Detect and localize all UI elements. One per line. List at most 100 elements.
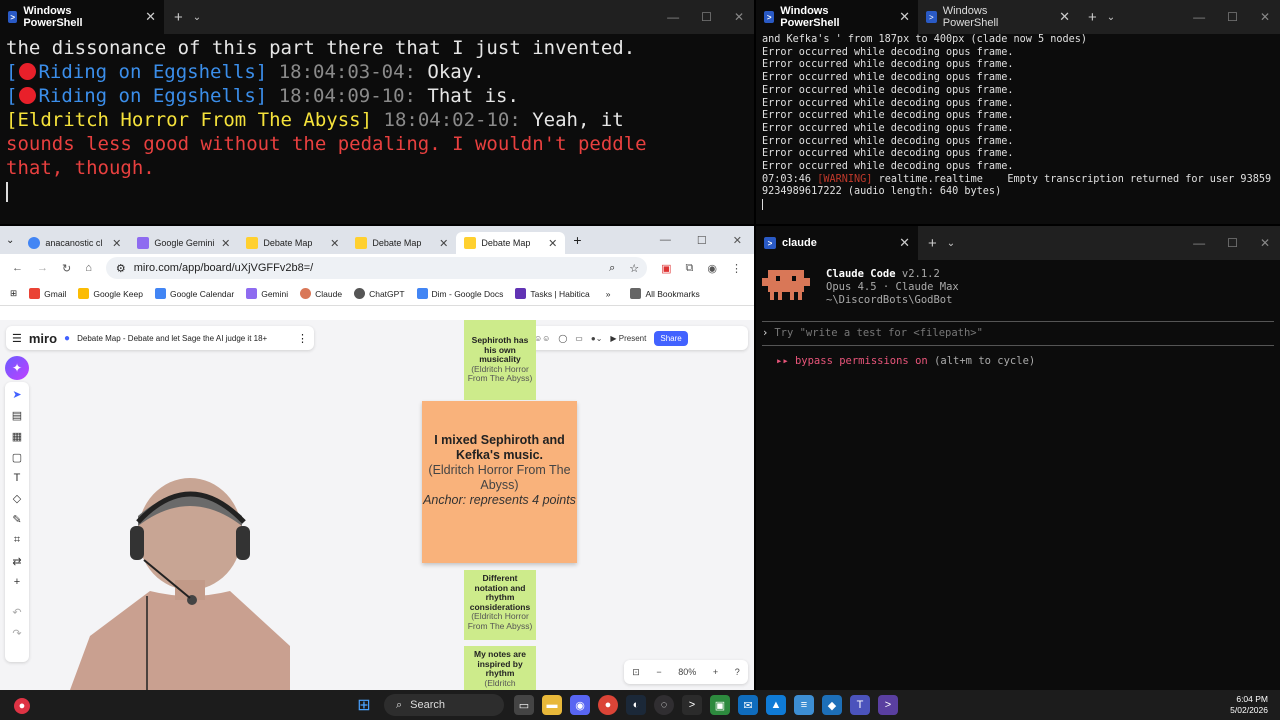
maximize-button[interactable]: ☐ [701,10,712,24]
close-icon[interactable]: ✕ [881,9,910,25]
ai-sparkle-icon[interactable]: ✦ [5,356,29,380]
reactions-icon[interactable]: ☺☺ [534,334,550,343]
template-tool-icon[interactable]: ▤ [12,409,22,422]
outlook-icon[interactable]: ✉ [738,695,758,715]
frame-tool-icon[interactable]: ▦ [12,430,22,443]
share-button[interactable]: Share [654,330,688,346]
chevron-down-icon[interactable]: ⌄ [193,12,201,23]
bookmark-habitica[interactable]: Tasks | Habitica [515,288,590,299]
chrome-icon[interactable]: ● [598,695,618,715]
claude-output[interactable]: Claude Code v2.1.2 Opus 4.5 · Claude Max… [756,260,1280,690]
present-button[interactable]: ▶ Present [610,334,646,343]
browser-tab-active[interactable]: Debate Map ✕ [456,232,566,254]
maximize-button[interactable]: ☐ [697,234,707,247]
obs-icon[interactable]: ◌ [654,695,674,715]
bookmark-keep[interactable]: Google Keep [78,288,143,299]
tab-search-icon[interactable]: ⌄ [6,235,14,246]
teams-icon[interactable]: T [850,695,870,715]
more-bookmarks-icon[interactable]: » [606,289,611,299]
home-icon[interactable]: ⌂ [85,262,92,274]
powershell-taskbar-icon[interactable]: > [878,695,898,715]
terminal-tab[interactable]: > Windows PowerShell ✕ [756,0,918,34]
bookmark-calendar[interactable]: Google Calendar [154,288,234,299]
back-icon[interactable]: ← [12,262,23,274]
close-icon[interactable]: ✕ [330,237,339,250]
new-tab-button[interactable]: + [164,9,193,26]
sticky-note[interactable]: My notes are inspired by rhythm (Eldritc… [464,646,536,690]
bookmark-claude[interactable]: Claude [300,288,342,299]
url-bar[interactable]: ⚙ miro.com/app/board/uXjVGFFv2b8=/ ⌕ ☆ [105,257,648,279]
start-icon[interactable]: ⊞ [354,695,374,715]
prompt-input[interactable]: › Try "write a test for <filepath>" [762,321,1274,346]
discord-icon[interactable]: ◉ [570,695,590,715]
more-options-icon[interactable]: ⋮ [297,332,308,345]
menu-icon[interactable]: ⋮ [731,262,742,275]
browser-tab[interactable]: Debate Map ✕ [347,232,456,254]
close-window-button[interactable]: ✕ [1260,236,1270,250]
minimize-button[interactable]: — [667,10,679,24]
sticky-note[interactable]: Sephiroth has his own musicality (Eldrit… [464,320,536,400]
weather-widget-icon[interactable]: ● [14,698,30,714]
site-info-icon[interactable]: ⚙ [116,262,126,275]
comment-icon[interactable]: ◯ [558,334,567,343]
close-window-button[interactable]: ✕ [733,234,742,247]
close-window-button[interactable]: ✕ [734,10,744,24]
video-icon[interactable]: ▭ [575,334,583,343]
chevron-down-icon[interactable]: ⌄ [1107,12,1115,23]
minimize-button[interactable]: — [1193,236,1205,250]
bookmark-gemini[interactable]: Gemini [246,288,288,299]
vscode-icon[interactable]: ◆ [822,695,842,715]
task-view-icon[interactable]: ▭ [514,695,534,715]
new-tab-button[interactable]: + [573,232,581,248]
terminal-tab[interactable]: > Windows PowerShell ✕ [0,0,164,34]
zoom-icon[interactable]: ⌕ [609,262,615,275]
sticky-note-tool-icon[interactable]: ▢ [12,451,22,464]
fit-screen-icon[interactable]: ⊡ [632,667,640,678]
menu-icon[interactable]: ☰ [12,332,22,345]
sticky-note[interactable]: Different notation and rhythm considerat… [464,570,536,640]
bookmark-star-icon[interactable]: ☆ [629,262,639,275]
app-icon[interactable]: ▣ [710,695,730,715]
close-icon[interactable]: ✕ [881,235,910,251]
minimize-button[interactable]: — [660,234,671,247]
new-tab-button[interactable]: + [1078,9,1107,26]
close-icon[interactable]: ✕ [548,237,557,250]
close-icon[interactable]: ✕ [439,237,448,250]
close-icon[interactable]: ✕ [115,9,156,25]
minimize-button[interactable]: — [1193,10,1205,24]
steam-icon[interactable]: ◐ [626,695,646,715]
zoom-level[interactable]: 80% [678,667,696,677]
anchor-card[interactable]: I mixed Sephiroth and Kefka's music. (El… [422,401,577,563]
reload-icon[interactable]: ↻ [62,262,71,275]
photos-icon[interactable]: ▲ [766,695,786,715]
bookmark-docs[interactable]: Dim - Google Docs [416,288,503,299]
close-window-button[interactable]: ✕ [1260,10,1270,24]
board-title[interactable]: Debate Map - Debate and let Sage the AI … [77,334,267,343]
terminal-icon[interactable]: > [682,695,702,715]
bookmark-gmail[interactable]: Gmail [29,288,66,299]
close-icon[interactable]: ✕ [112,237,121,250]
browser-tab[interactable]: anacanostic cl ✕ [20,232,129,254]
zoom-out-button[interactable]: − [656,667,661,677]
chevron-down-icon[interactable]: ⌄ [947,238,955,249]
forward-icon[interactable]: → [37,262,48,274]
file-explorer-icon[interactable]: ▬ [542,695,562,715]
browser-tab[interactable]: Google Gemini ✕ [129,232,238,254]
select-tool-icon[interactable]: ➤ [12,388,21,401]
profile-icon[interactable]: ◉ [707,262,717,275]
apps-icon[interactable]: ⊞ [10,288,17,299]
extension-icon[interactable]: ▣ [661,262,671,275]
extensions-puzzle-icon[interactable]: ⧉ [686,262,694,275]
terminal-output[interactable]: the dissonance of this part there that I… [0,34,754,224]
new-tab-button[interactable]: + [918,235,947,252]
help-icon[interactable]: ? [735,667,740,677]
zoom-in-button[interactable]: + [713,667,718,677]
notepad-icon[interactable]: ≡ [794,695,814,715]
terminal-tab[interactable]: > Windows PowerShell ✕ [918,0,1078,34]
taskbar-search[interactable]: ⌕ Search [384,694,504,716]
maximize-button[interactable]: ☐ [1227,10,1238,24]
bookmark-chatgpt[interactable]: ChatGPT [354,288,405,299]
avatar[interactable]: ●⌄ [591,334,603,343]
maximize-button[interactable]: ☐ [1227,236,1238,250]
close-icon[interactable]: ✕ [1041,9,1070,25]
